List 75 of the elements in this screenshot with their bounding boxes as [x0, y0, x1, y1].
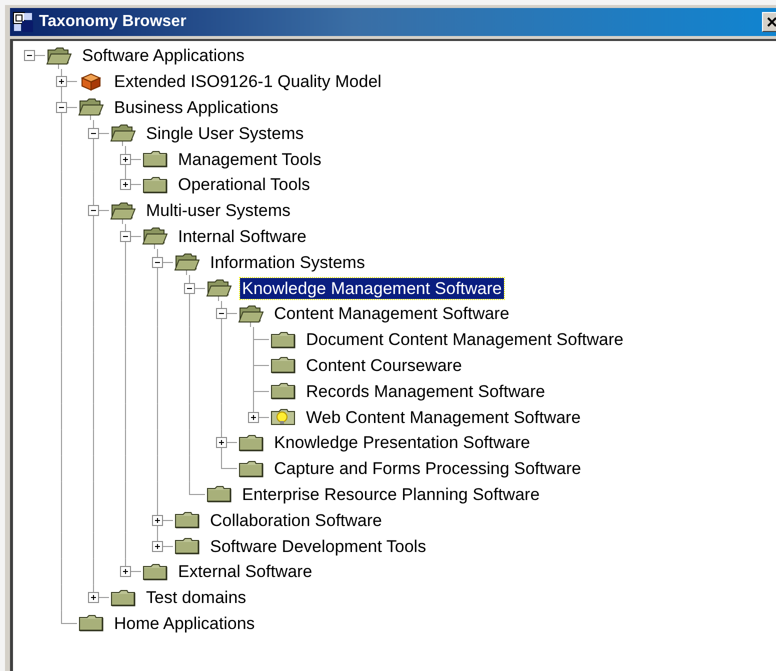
folder-icon — [142, 562, 168, 581]
tree-item[interactable]: Software Development Tools — [208, 536, 428, 557]
collapse-toggle[interactable] — [184, 282, 194, 294]
app-icon — [13, 12, 33, 32]
folder-icon — [206, 485, 232, 504]
tree-item[interactable]: Extended ISO9126-1 Quality Model — [112, 71, 384, 92]
tree-item[interactable]: Content Management Software — [272, 303, 512, 324]
expand-toggle[interactable] — [88, 592, 98, 604]
tree-item[interactable]: Operational Tools — [176, 174, 312, 196]
tree-item[interactable]: Enterprise Resource Planning Software — [240, 484, 542, 505]
collapse-toggle[interactable] — [120, 230, 130, 242]
open-folder-icon — [78, 98, 104, 116]
tree-item[interactable]: Web Content Management Software — [304, 406, 583, 428]
open-folder-icon — [206, 279, 232, 298]
folder-icon — [238, 460, 264, 478]
plus-icon — [120, 567, 130, 576]
close-icon — [766, 16, 776, 28]
collapse-toggle[interactable] — [88, 128, 98, 139]
expand-toggle[interactable] — [216, 437, 226, 448]
tree-item[interactable]: Information Systems — [208, 252, 367, 273]
expand-toggle[interactable] — [120, 179, 130, 190]
close-button[interactable] — [762, 12, 776, 32]
tree-item[interactable]: Test domains — [144, 587, 248, 608]
tree-item[interactable]: Records Management Software — [304, 380, 548, 402]
open-folder-icon — [46, 46, 72, 65]
tree-item[interactable]: Capture and Forms Processing Software — [272, 458, 584, 480]
tree-item[interactable]: Collaboration Software — [208, 510, 384, 531]
plus-icon — [88, 593, 98, 602]
collapse-toggle[interactable] — [88, 205, 98, 216]
open-folder-icon — [110, 202, 136, 220]
expand-toggle[interactable] — [152, 540, 162, 552]
open-folder-icon — [174, 253, 200, 272]
tree-item[interactable]: Management Tools — [176, 148, 324, 170]
expand-toggle[interactable] — [248, 412, 258, 423]
plus-icon — [152, 516, 162, 525]
folder-icon — [142, 176, 168, 194]
plus-icon — [56, 77, 66, 86]
tree-item[interactable]: Business Applications — [112, 96, 280, 118]
folder-icon — [174, 537, 200, 556]
folder-icon — [78, 614, 104, 632]
folder-icon — [270, 382, 296, 400]
folder-icon — [238, 434, 264, 452]
folder-icon — [270, 356, 296, 374]
collapse-toggle[interactable] — [152, 256, 162, 268]
tree-item[interactable]: Content Courseware — [304, 354, 464, 376]
lightbulb-folder-icon — [270, 408, 296, 426]
tree-item[interactable]: Multi-user Systems — [144, 200, 293, 222]
tree-item[interactable]: Document Content Management Software — [304, 329, 626, 350]
plus-icon — [152, 542, 162, 551]
open-folder-icon — [142, 227, 168, 246]
tree-item[interactable]: External Software — [176, 561, 314, 582]
plus-icon — [216, 438, 226, 448]
tree-item[interactable]: Knowledge Management Software — [240, 278, 504, 299]
tree-item[interactable]: Software Applications — [80, 45, 247, 66]
expand-toggle[interactable] — [120, 154, 130, 165]
open-folder-icon — [238, 304, 264, 323]
expand-toggle[interactable] — [56, 76, 66, 88]
tree-item[interactable]: Home Applications — [112, 612, 257, 634]
window-title: Taxonomy Browser — [39, 13, 186, 31]
collapse-toggle[interactable] — [24, 50, 34, 62]
folder-icon — [174, 511, 200, 530]
folder-icon — [110, 588, 136, 607]
folder-icon — [142, 150, 168, 168]
tree-item[interactable]: Knowledge Presentation Software — [272, 432, 532, 454]
plus-icon — [120, 180, 130, 190]
collapse-toggle[interactable] — [56, 102, 66, 113]
collapse-toggle[interactable] — [216, 308, 226, 320]
expand-toggle[interactable] — [152, 514, 162, 526]
folder-icon — [270, 330, 296, 349]
tree-item[interactable]: Internal Software — [176, 226, 309, 247]
tree-item[interactable]: Single User Systems — [144, 122, 306, 144]
expand-toggle[interactable] — [120, 566, 130, 578]
plus-icon — [120, 154, 130, 164]
open-folder-icon — [110, 124, 136, 142]
plus-icon — [248, 412, 258, 422]
